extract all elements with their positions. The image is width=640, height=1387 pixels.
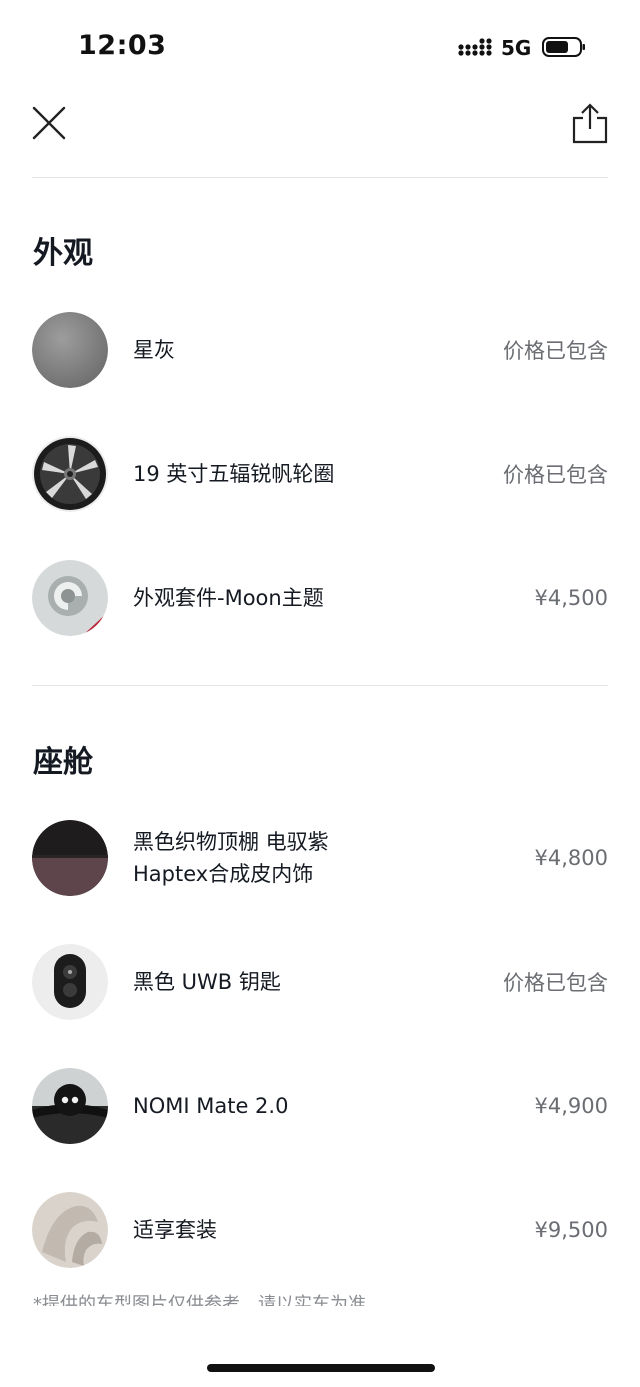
section-title-cabin: 座舱 [33,745,93,780]
list-item-moon-theme[interactable]: 外观套件-Moon主题 ¥4,500 [32,560,608,640]
home-indicator[interactable] [207,1364,435,1372]
item-name: 19 英寸五辐锐帆轮圈 [133,462,335,486]
wheel-image [32,436,108,512]
item-name: 外观套件-Moon主题 [133,586,324,610]
item-price: ¥4,500 [534,586,608,610]
list-item-paint[interactable]: 星灰 价格已包含 [32,312,608,392]
item-price: 价格已包含 [503,463,608,487]
nomi-mate-image [32,1068,108,1144]
status-time: 12:03 [78,30,167,61]
item-name: 星灰 [133,338,175,362]
list-item-uwb-key[interactable]: 黑色 UWB 钥匙 价格已包含 [32,944,608,1024]
item-name: 黑色 UWB 钥匙 [133,970,281,994]
item-price: ¥4,900 [534,1094,608,1118]
grey-paint-swatch [32,312,108,388]
section-divider [32,685,608,686]
share-icon[interactable] [570,102,610,144]
item-price: ¥4,800 [534,846,608,870]
item-price: ¥9,500 [534,1218,608,1242]
item-price: 价格已包含 [503,971,608,995]
interior-swatch [32,820,108,896]
close-icon[interactable] [30,104,68,142]
item-name: 黑色织物顶棚 电驭紫 Haptex合成皮内饰 [133,820,473,896]
cellular-signal-icon [458,38,492,56]
comfort-package-image [32,1192,108,1268]
battery-icon [542,37,585,57]
disclaimer-footnote: *提供的车型图片仅供参考，请以实车为准 [33,1294,366,1306]
list-item-comfort-package[interactable]: 适享套装 ¥9,500 [32,1192,608,1272]
header-divider [32,177,608,178]
list-item-interior[interactable]: 黑色织物顶棚 电驭紫 Haptex合成皮内饰 ¥4,800 [32,820,608,900]
item-name-line2: Haptex合成皮内饰 [133,862,314,886]
item-name: NOMI Mate 2.0 [133,1094,289,1118]
section-title-exterior: 外观 [33,236,93,271]
network-type: 5G [501,36,532,60]
list-item-nomi-mate[interactable]: NOMI Mate 2.0 ¥4,900 [32,1068,608,1148]
uwb-key-image [32,944,108,1020]
list-item-wheel[interactable]: 19 英寸五辐锐帆轮圈 价格已包含 [32,436,608,516]
moon-theme-image [32,560,108,636]
item-price: 价格已包含 [503,339,608,363]
item-name-line1: 黑色织物顶棚 电驭紫 [133,830,329,854]
status-bar: 12:03 5G [0,0,640,90]
item-name: 适享套装 [133,1218,217,1242]
